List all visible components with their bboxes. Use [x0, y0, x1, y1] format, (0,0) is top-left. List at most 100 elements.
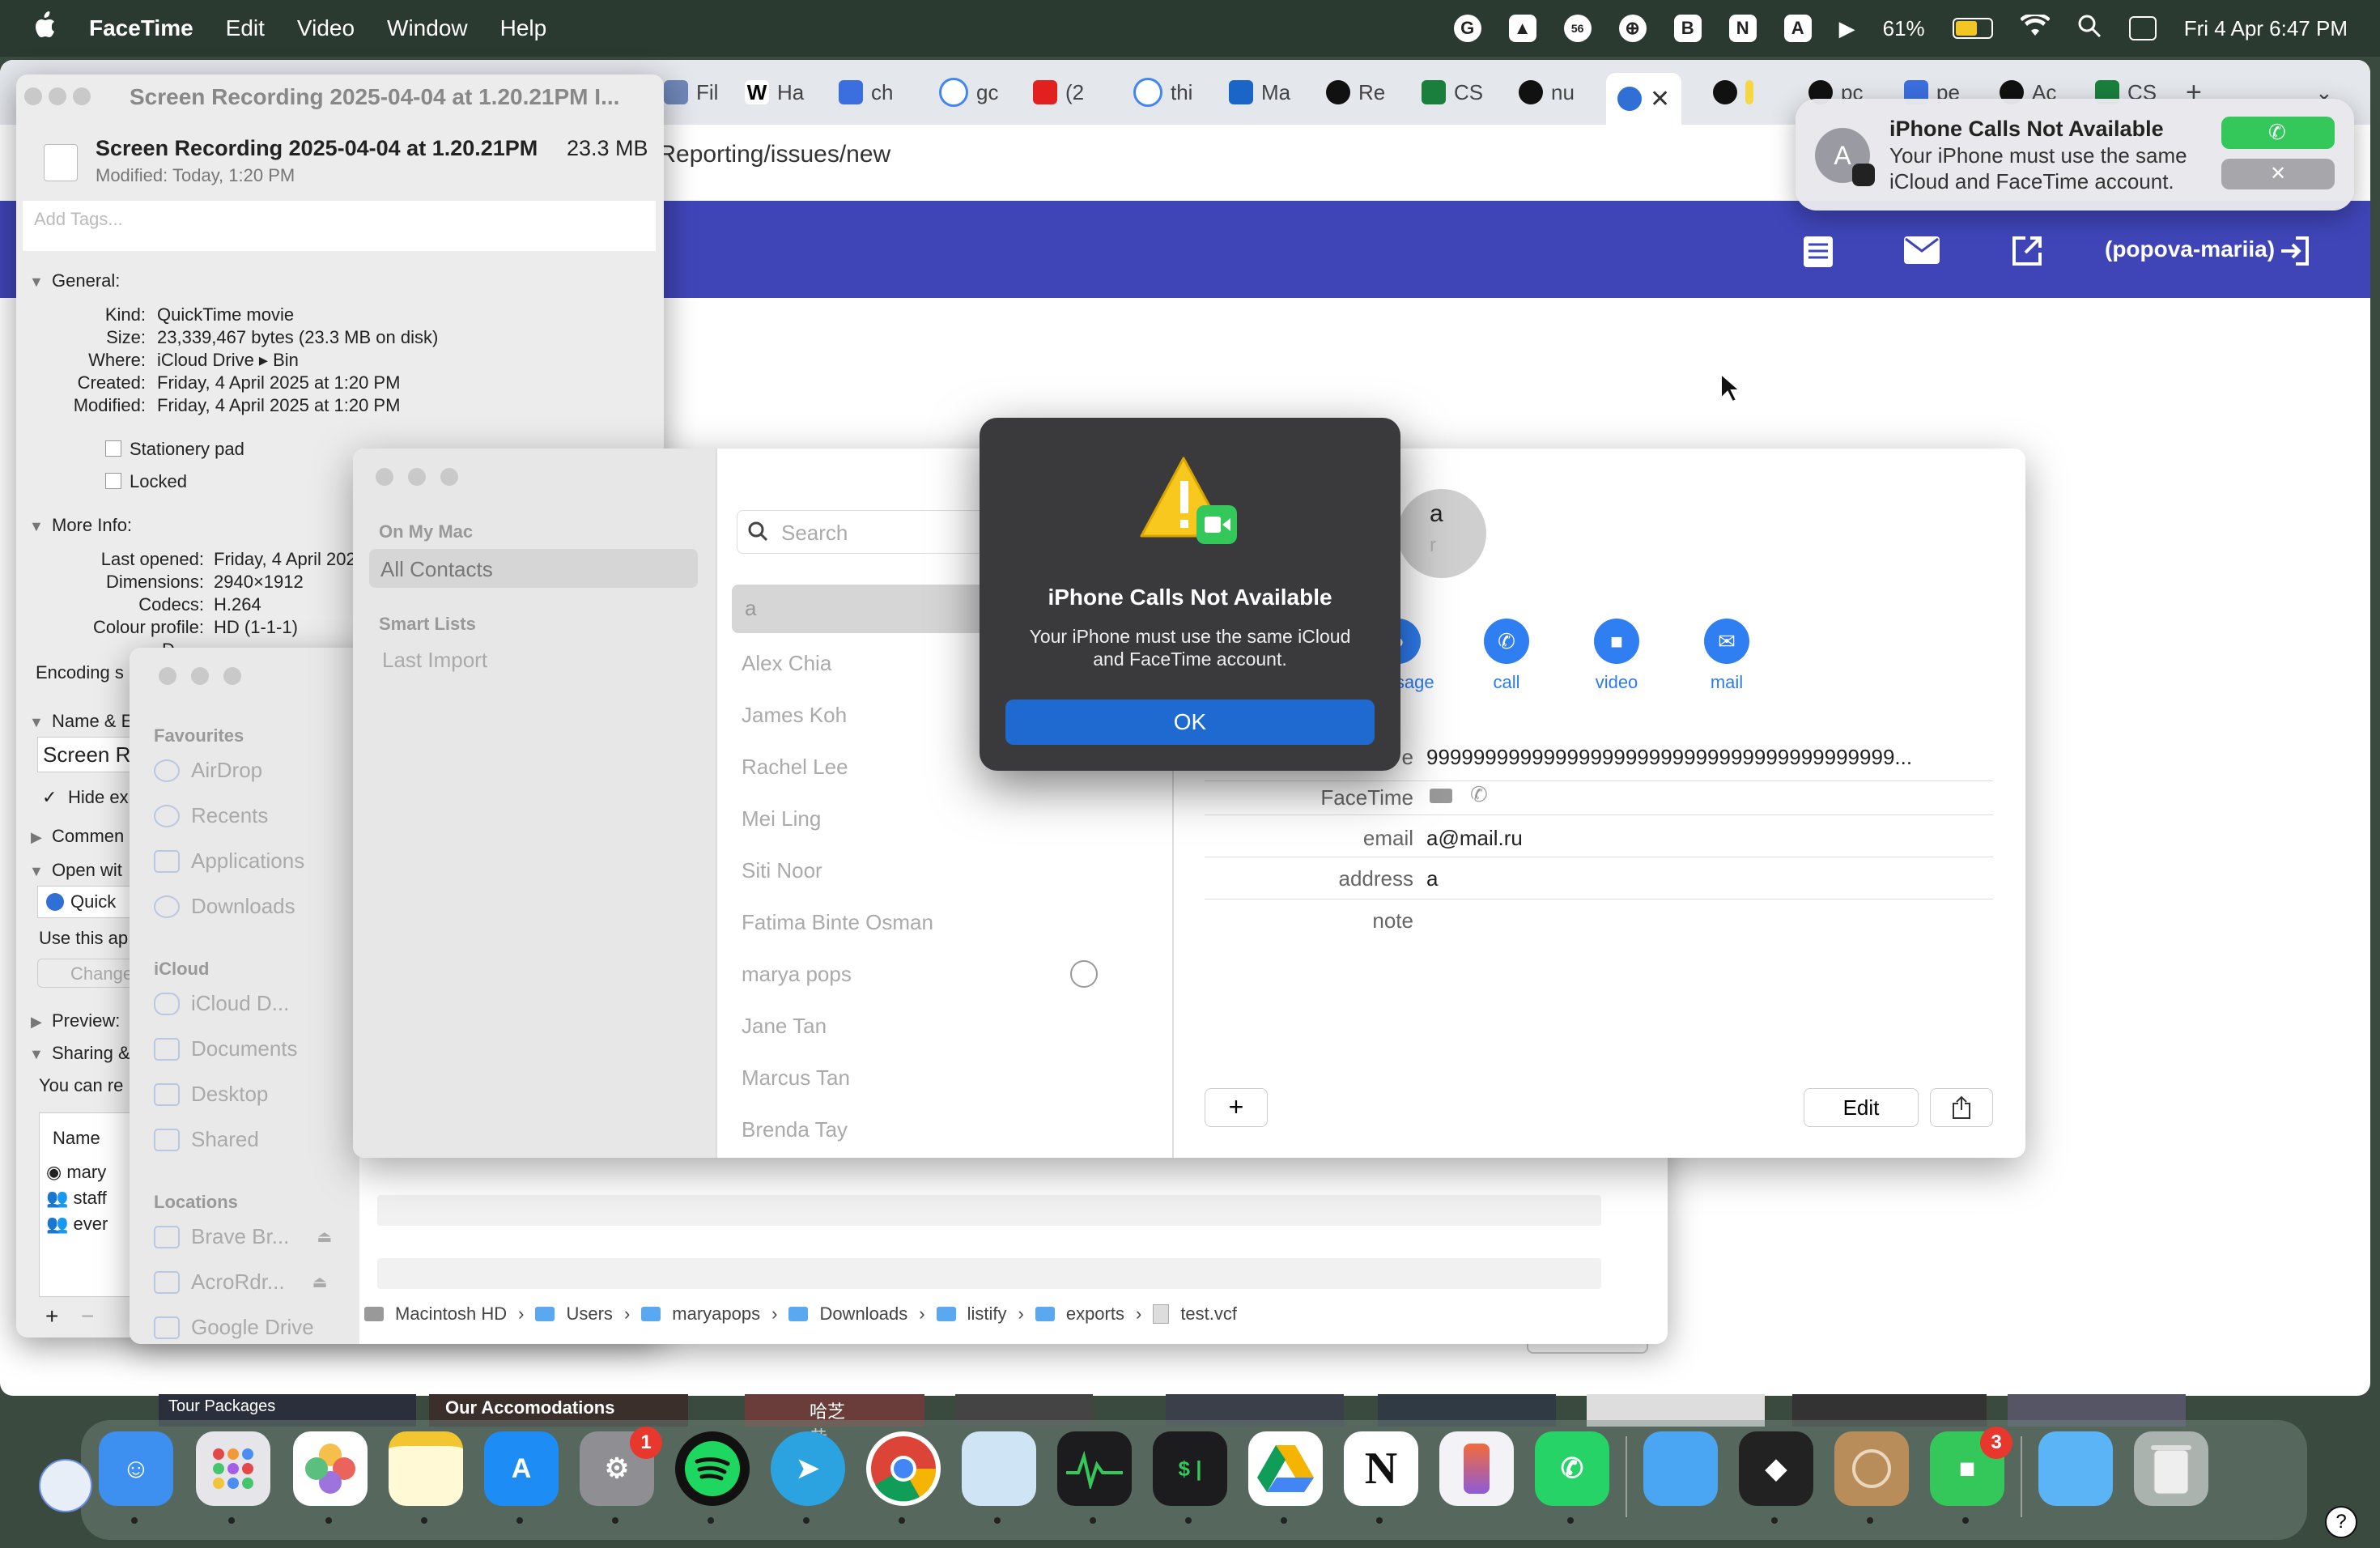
locked-checkbox[interactable] [105, 473, 121, 489]
sharing-header[interactable]: Sharing & [52, 1043, 130, 1064]
edit-button[interactable]: Edit [1804, 1088, 1919, 1127]
disclosure-closed-icon[interactable]: ▶ [31, 1014, 42, 1031]
now-playing-icon[interactable]: ▶ [1839, 16, 1855, 41]
notion-icon[interactable]: N [1344, 1431, 1418, 1506]
menu-video[interactable]: Video [297, 15, 355, 41]
browser-tab[interactable]: nu [1519, 71, 1575, 113]
browser-tab[interactable]: ch [839, 71, 893, 113]
path-item[interactable]: exports [1066, 1303, 1124, 1325]
sidebar-item-downloads[interactable]: Downloads [154, 894, 295, 919]
system-settings-icon[interactable]: ⚙ 1 [580, 1427, 662, 1506]
drive-sync-icon[interactable]: ▲ [1508, 15, 1536, 42]
siri-icon[interactable] [39, 1459, 92, 1512]
browser-tab[interactable]: W Ha [745, 71, 804, 113]
close-tab-icon[interactable]: ✕ [1650, 85, 1670, 113]
input-source-icon[interactable]: A [1783, 15, 1812, 42]
disclosure-open-icon[interactable]: ▼ [29, 863, 44, 880]
contacts-icon[interactable] [1834, 1431, 1909, 1506]
sidebar-item-location[interactable]: AcroRdr... ⏏ [154, 1269, 328, 1295]
path-item[interactable]: Macintosh HD [395, 1303, 507, 1325]
path-item[interactable]: Downloads [819, 1303, 907, 1325]
menu-edit[interactable]: Edit [226, 15, 265, 41]
chrome-icon[interactable] [866, 1431, 941, 1506]
mail-icon[interactable] [1904, 236, 1940, 268]
list-icon[interactable] [1802, 235, 1834, 273]
grammarly-icon[interactable]: G [1453, 15, 1481, 42]
table-row[interactable]: 👥 staff [46, 1188, 107, 1209]
general-header[interactable]: General: [52, 270, 120, 291]
trash-icon[interactable] [2134, 1431, 2208, 1506]
remove-permission-button[interactable]: − [81, 1303, 94, 1329]
facetime-icon[interactable]: ■ 3 [1930, 1427, 2012, 1506]
comments-header[interactable]: Commen [52, 826, 124, 847]
sign-out-icon[interactable] [2278, 235, 2310, 271]
name-extension-header[interactable]: Name & E [52, 711, 133, 732]
hide-extension-checkbox[interactable]: ✓ [42, 787, 57, 808]
phone-value[interactable]: 9999999999999999999999999999999999999999… [1426, 745, 1912, 770]
ok-button[interactable]: OK [1005, 700, 1375, 745]
menu-app-name[interactable]: FaceTime [89, 15, 193, 41]
browser-tab[interactable]: CS [1422, 71, 1483, 113]
launchpad-icon[interactable] [196, 1431, 270, 1506]
minimize-window-button[interactable] [49, 87, 66, 105]
sidebar-item-shared[interactable]: Shared [154, 1127, 259, 1152]
path-item[interactable]: listify [967, 1303, 1007, 1325]
browser-tab[interactable]: thi [1133, 71, 1192, 113]
facetime-audio-icon[interactable]: ✆ [1470, 782, 1488, 807]
list-item[interactable]: James Koh [742, 703, 847, 728]
disclosure-open-icon[interactable]: ▼ [29, 1046, 44, 1063]
preview-icon[interactable] [962, 1431, 1036, 1506]
google-drive-icon[interactable] [1248, 1431, 1323, 1506]
whatsapp-icon[interactable]: ✆ [1535, 1431, 1609, 1506]
facetime-video-icon[interactable] [1430, 789, 1452, 803]
eject-icon[interactable]: ⏏ [317, 1227, 332, 1247]
mail-action-button[interactable]: ✉ mail [1682, 619, 1771, 693]
path-item[interactable]: Users [566, 1303, 612, 1325]
folder-icon[interactable] [1643, 1431, 1718, 1506]
list-item[interactable]: Mei Ling [742, 806, 821, 831]
close-window-button[interactable] [159, 667, 176, 685]
list-item[interactable]: marya pops [742, 962, 852, 987]
notion-tray-icon[interactable]: N [1728, 15, 1757, 42]
minimize-window-button[interactable] [408, 468, 426, 486]
list-item[interactable]: Brenda Tay [742, 1117, 848, 1142]
video-action-button[interactable]: ■ video [1572, 619, 1661, 693]
notification-banner[interactable]: A iPhone Calls Not Available Your iPhone… [1796, 99, 2354, 211]
share-button[interactable] [1930, 1088, 1993, 1127]
control-center-icon[interactable] [2128, 16, 2157, 40]
list-item[interactable]: Jane Tan [742, 1014, 827, 1039]
help-icon[interactable]: ? [2325, 1506, 2357, 1538]
minimize-window-button[interactable] [191, 667, 209, 685]
list-item[interactable]: Fatima Binte Osman [742, 910, 933, 935]
table-row[interactable]: 👥 ever [46, 1214, 108, 1235]
sidebar-item-location[interactable]: Google Drive [154, 1315, 314, 1340]
sidebar-item-icloud-drive[interactable]: iCloud D... [154, 991, 289, 1016]
address-bar[interactable]: ugReporting/issues/new [631, 141, 890, 168]
app-store-icon[interactable]: A [484, 1431, 559, 1506]
photos-icon[interactable] [293, 1431, 368, 1506]
menu-clock[interactable]: Fri 4 Apr 6:47 PM [2184, 16, 2348, 41]
close-window-button[interactable] [376, 468, 393, 486]
list-item[interactable] [377, 1258, 1601, 1289]
list-item[interactable] [377, 1195, 1601, 1226]
sidebar-item-applications[interactable]: Applications [154, 848, 304, 874]
dismiss-button[interactable]: ✕ [2221, 159, 2335, 189]
activity-monitor-icon[interactable] [1057, 1431, 1132, 1506]
menu-window[interactable]: Window [387, 15, 468, 41]
notes-icon[interactable] [389, 1431, 463, 1506]
brave-icon[interactable]: B [1673, 15, 1702, 42]
spotify-icon[interactable] [675, 1431, 750, 1506]
downloads-folder-icon[interactable] [2038, 1431, 2113, 1506]
zoom-window-button[interactable] [73, 87, 91, 105]
disclosure-open-icon[interactable]: ▼ [29, 518, 44, 535]
sidebar-item-all-contacts[interactable]: All Contacts [369, 549, 698, 588]
answer-call-button[interactable]: ✆ [2221, 117, 2335, 149]
iphone-mirroring-icon[interactable] [1439, 1431, 1514, 1506]
sidebar-item-airdrop[interactable]: AirDrop [154, 758, 262, 783]
tags-field[interactable]: Add Tags... [23, 201, 656, 251]
terminal-icon[interactable]: $ | [1153, 1431, 1227, 1506]
sidebar-item-location[interactable]: Brave Br... ⏏ [154, 1224, 332, 1249]
sidebar-item-documents[interactable]: Documents [154, 1036, 298, 1061]
list-item[interactable]: Marcus Tan [742, 1065, 850, 1091]
address-value[interactable]: a [1426, 866, 1438, 891]
